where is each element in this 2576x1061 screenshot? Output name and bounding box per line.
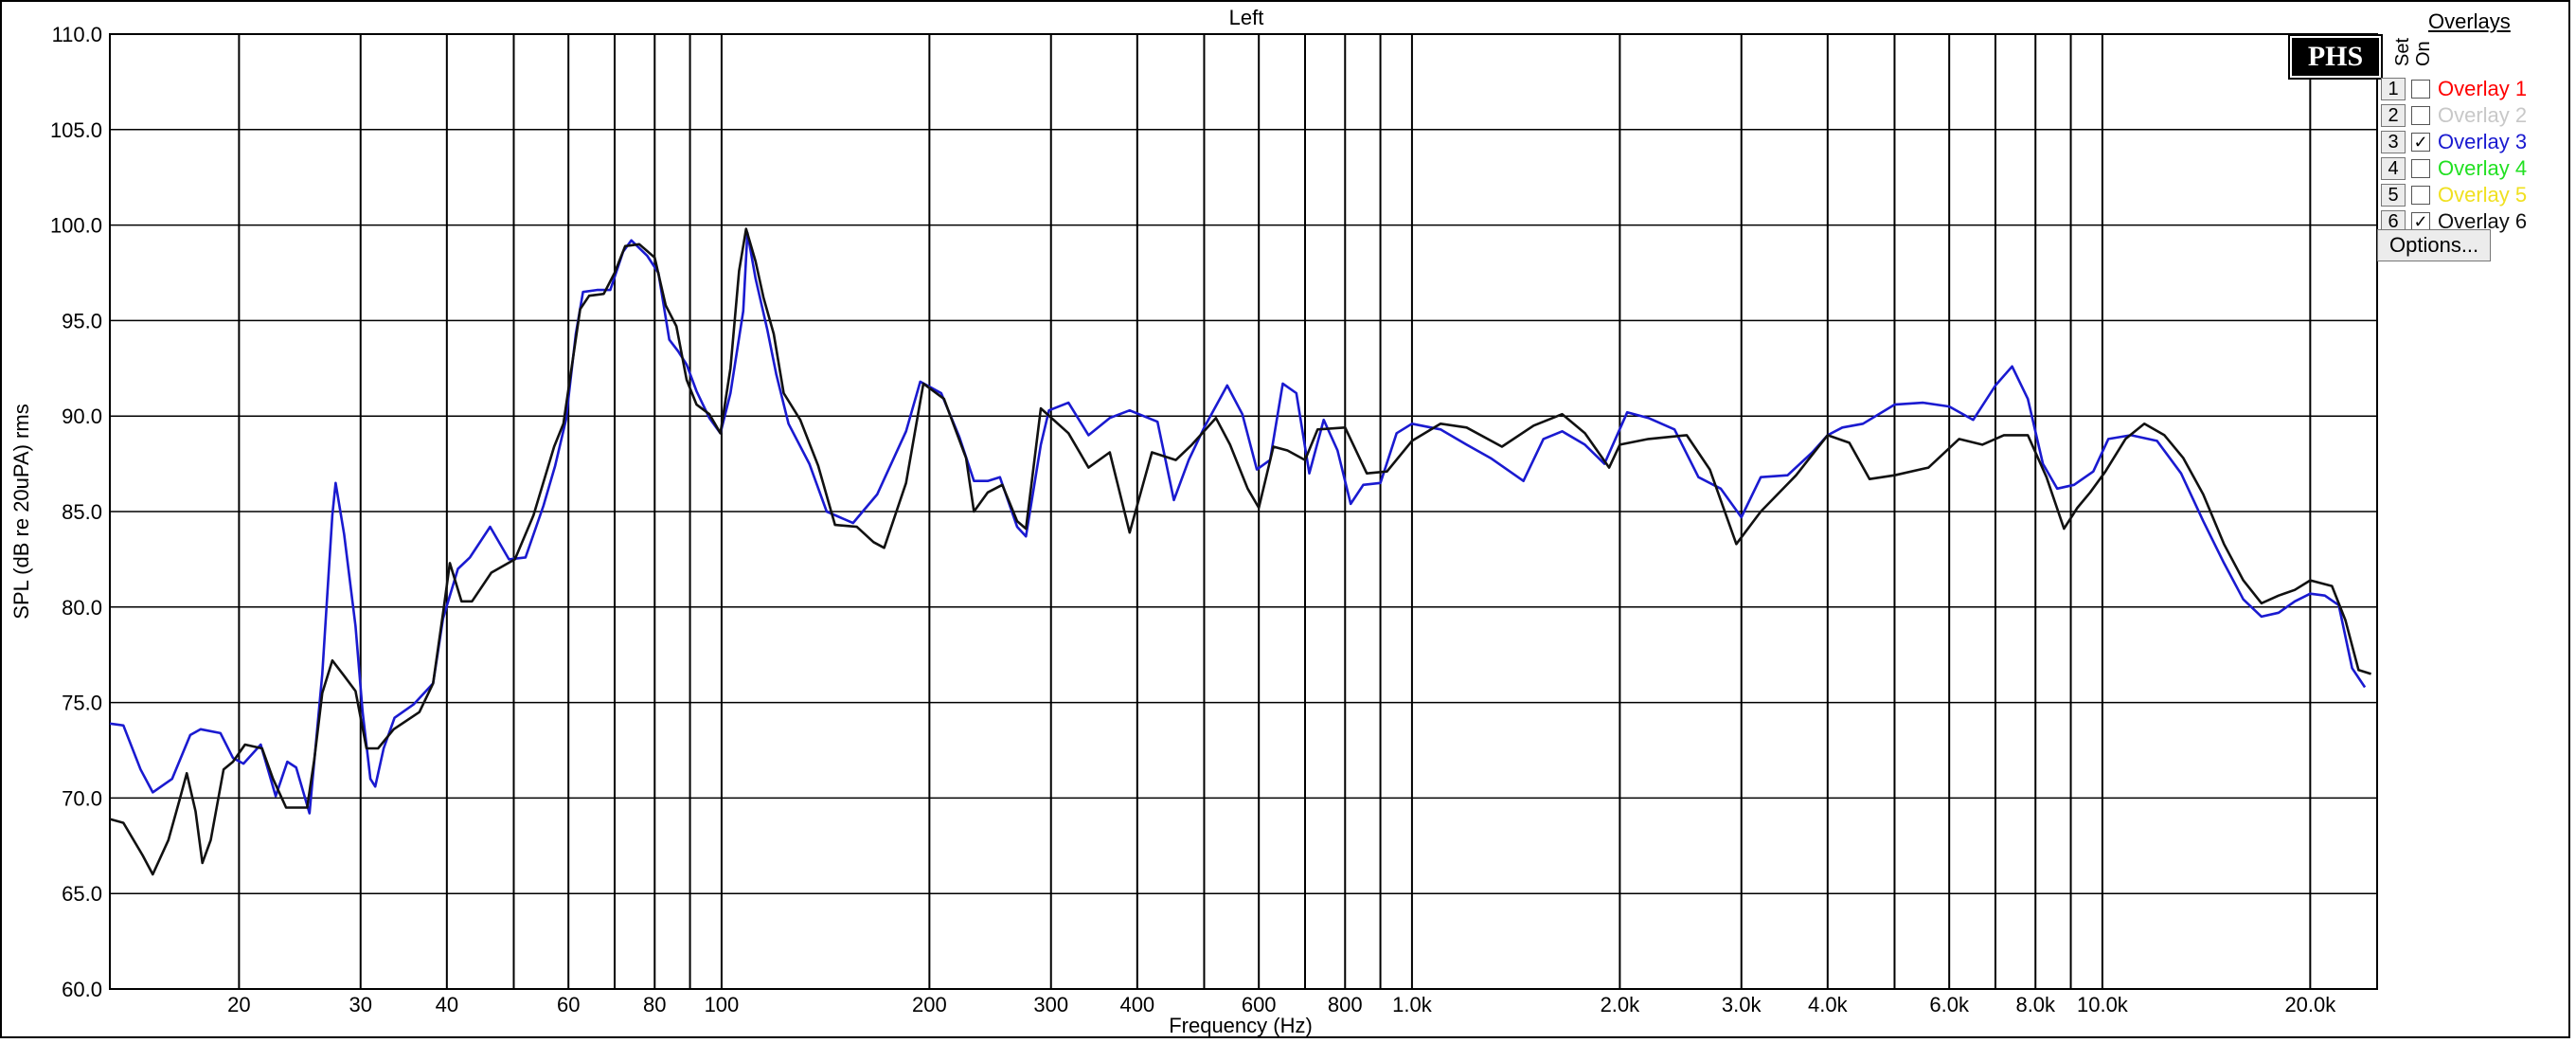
x-tick-label: 20.0k: [2284, 993, 2336, 1016]
x-tick-label: 3.0k: [1722, 993, 1762, 1016]
overlay-label: Overlay 2: [2438, 103, 2528, 127]
x-tick-label: 800: [1328, 993, 1363, 1016]
on-column-header: On: [2413, 41, 2434, 66]
overlay-checkbox[interactable]: [2411, 186, 2430, 205]
x-tick-label: 100: [705, 993, 740, 1016]
y-tick-label: 90.0: [62, 405, 102, 428]
x-tick-label: 80: [643, 993, 666, 1016]
overlays-panel: Overlays Set On 1 Overlay 1 2 Overlay 2 3 ✓ Ov…: [2377, 8, 2570, 263]
set-column-header: Set: [2392, 37, 2413, 66]
overlay-checkbox[interactable]: [2411, 106, 2430, 125]
overlay-row: 1 Overlay 1: [2381, 76, 2527, 102]
x-tick-label: 200: [912, 993, 947, 1016]
y-tick-label: 95.0: [62, 309, 102, 333]
overlays-title: Overlays: [2428, 9, 2511, 33]
overlay-label: Overlay 4: [2438, 156, 2528, 180]
x-tick-label: 60: [557, 993, 580, 1016]
x-tick-label: 40: [436, 993, 458, 1016]
y-tick-label: 110.0: [52, 23, 102, 46]
chart-title: Left: [1229, 6, 1264, 29]
overlay-row: 3 ✓ Overlay 3: [2381, 129, 2527, 155]
x-tick-label: 400: [1119, 993, 1154, 1016]
overlay-set-button[interactable]: 4: [2381, 157, 2406, 180]
y-tick-label: 70.0: [62, 786, 102, 810]
x-tick-label: 1.0k: [1392, 993, 1433, 1016]
overlay-checkbox[interactable]: [2411, 159, 2430, 178]
y-tick-label: 100.0: [50, 214, 102, 238]
x-tick-label: 2.0k: [1601, 993, 1641, 1016]
y-axis-title: SPL (dB re 20uPA) rms: [9, 404, 33, 619]
x-axis-title: Frequency (Hz): [1169, 1014, 1313, 1037]
overlay-set-button[interactable]: 1: [2381, 78, 2406, 100]
overlay-row: 5 Overlay 5: [2381, 182, 2527, 208]
overlay-checkbox[interactable]: ✓: [2411, 133, 2430, 152]
y-tick-label: 75.0: [62, 692, 102, 715]
y-tick-label: 65.0: [62, 882, 102, 906]
x-tick-label: 10.0k: [2077, 993, 2129, 1016]
y-tick-label: 80.0: [62, 596, 102, 620]
overlay-label: Overlay 1: [2438, 77, 2528, 100]
overlay-checkbox[interactable]: [2411, 80, 2430, 99]
overlay-set-button[interactable]: 3: [2381, 131, 2406, 153]
x-tick-label: 8.0k: [2015, 993, 2056, 1016]
overlay-label: Overlay 5: [2438, 183, 2528, 207]
x-tick-label: 6.0k: [1929, 993, 1970, 1016]
overlay-set-button[interactable]: 2: [2381, 104, 2406, 127]
frequency-response-chart: Left 60.0 65.0 70.0 75.0 80.0 85.0 90.0 95.0 100…: [0, 0, 2570, 1038]
options-button[interactable]: Options...: [2377, 229, 2492, 261]
x-tick-label: 4.0k: [1808, 993, 1849, 1016]
overlay-row: 4 Overlay 4: [2381, 155, 2527, 182]
overlay-row: 2 Overlay 2: [2381, 102, 2527, 129]
y-tick-label: 60.0: [62, 978, 102, 1001]
overlay-label: Overlay 3: [2438, 130, 2528, 153]
x-tick-label: 20: [227, 993, 250, 1016]
y-tick-label: 85.0: [62, 500, 102, 524]
phs-logo: PHS: [2288, 34, 2383, 80]
overlay-checkbox[interactable]: ✓: [2411, 212, 2430, 231]
y-tick-label: 105.0: [50, 118, 102, 142]
x-tick-label: 30: [349, 993, 372, 1016]
x-tick-label: 300: [1033, 993, 1068, 1016]
overlay-set-button[interactable]: 5: [2381, 184, 2406, 207]
